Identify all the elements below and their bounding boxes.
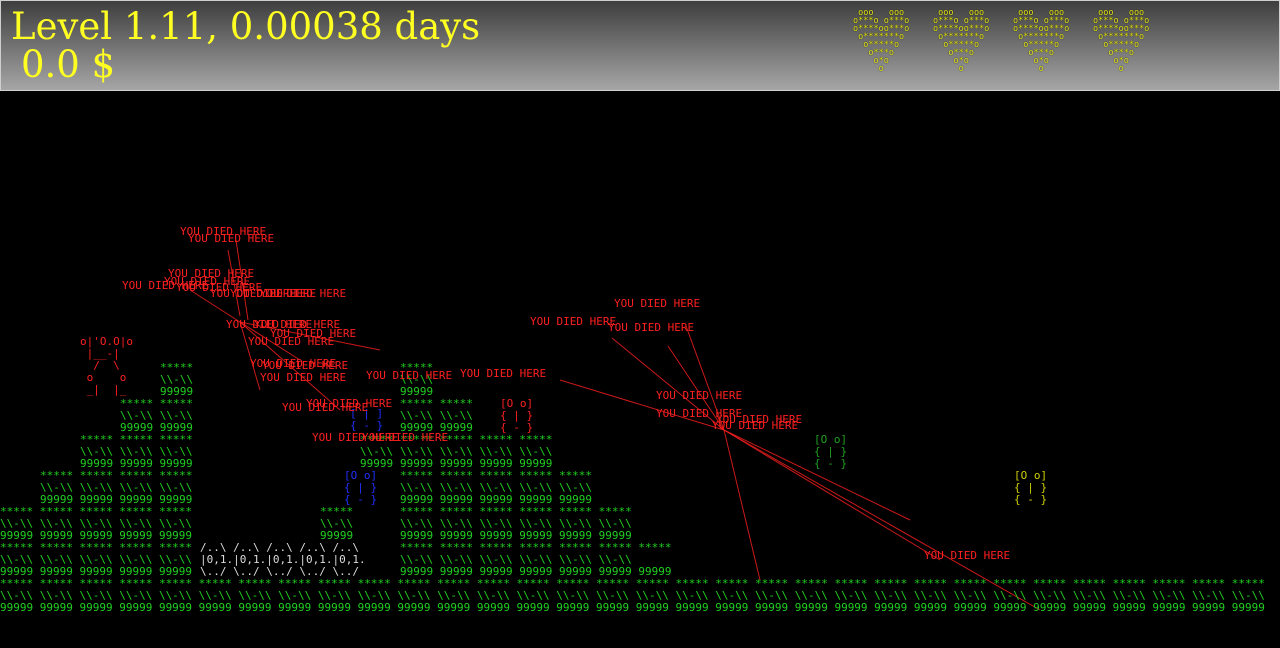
heart-icon: ooo ooo o***o o***o o****oo***o o*******… bbox=[853, 8, 910, 74]
hud-bar: Level 1.11, 0.00038 days 0.0 $ ooo ooo o… bbox=[0, 0, 1280, 91]
heart-icon: ooo ooo o***o o***o o****oo***o o*******… bbox=[933, 8, 990, 74]
death-marker: YOU DIED HERE bbox=[260, 371, 347, 384]
heart-icon: ooo ooo o***o o***o o****oo***o o*******… bbox=[1093, 8, 1150, 74]
ground-block: ***** ***** \\-\\ \\-\\ 99999 99999 bbox=[120, 397, 193, 434]
death-marker: YOU DIED HERE bbox=[188, 232, 275, 245]
ground-block: ***** ***** ***** ***** \\-\\ \\-\\ \\-\… bbox=[40, 469, 193, 506]
death-marker: YOU DIED HERE bbox=[366, 369, 453, 382]
death-marker: YOU DIED HERE bbox=[248, 335, 335, 348]
death-marker: YOU DIED HERE bbox=[924, 549, 1011, 562]
death-marker: YOU DIED HERE bbox=[530, 315, 617, 328]
ground-block: ***** ***** ***** \\-\\ \\-\\ \\-\\ 9999… bbox=[80, 433, 193, 470]
ground-block: ***** \\-\\ 99999 ***** ***** \\-\\ \\-\… bbox=[400, 361, 672, 578]
death-marker: YOU DIED HERE bbox=[614, 297, 701, 310]
death-marker: YOU DIED HERE bbox=[608, 321, 695, 334]
enemy-block: [O o] { | } { - } bbox=[500, 397, 534, 434]
death-marker: YOU DIED HERE bbox=[656, 389, 743, 402]
death-marker: YOU DIED HERE bbox=[712, 419, 799, 432]
level-and-time-label: Level 1.11, 0.00038 days bbox=[11, 5, 481, 48]
death-marker: YOU DIED HERE bbox=[260, 287, 347, 300]
death-marker: YOU DIED HERE bbox=[362, 431, 449, 444]
ground-row: ***** ***** ***** ***** ***** ***** ****… bbox=[0, 577, 1265, 614]
ground-block: ***** ***** ***** ***** ***** \\-\\ \\-\… bbox=[0, 505, 193, 578]
money-label: 0.0 $ bbox=[21, 43, 116, 86]
player-character: [O o] { | } { - } bbox=[344, 469, 378, 506]
enemy-block: [O o] { | } { - } bbox=[814, 433, 848, 470]
coin-block: [O o] { | } { - } bbox=[1014, 469, 1048, 506]
death-trail-line bbox=[723, 429, 761, 581]
death-marker: YOU DIED HERE bbox=[460, 367, 547, 380]
enemy-robot: o|'O.O|o |__-| / \ o o _| |_ bbox=[80, 335, 133, 396]
spike-row: /..\ /..\ /..\ /..\ /..\ |0,1.|0,1.|0,1.… bbox=[200, 541, 366, 578]
death-marker: YOU DIED HERE bbox=[306, 397, 393, 410]
ground-block: ***** \\-\\ 99999 bbox=[320, 505, 354, 542]
ground-block: ***** \\-\\ 99999 bbox=[160, 361, 194, 398]
game-world: ***** ***** ***** ***** ***** ***** ****… bbox=[0, 90, 1280, 648]
heart-icon: ooo ooo o***o o***o o****oo***o o*******… bbox=[1013, 8, 1070, 74]
